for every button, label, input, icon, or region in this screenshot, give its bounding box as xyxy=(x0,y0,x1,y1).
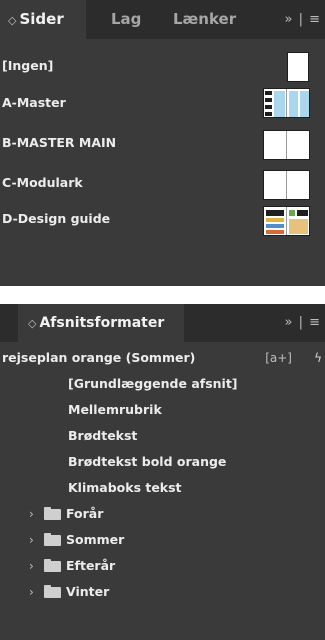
tab-lag[interactable]: Lag xyxy=(111,0,151,39)
tab-label: Sider xyxy=(19,10,64,28)
style-group-efteraar[interactable]: › Efterår xyxy=(0,553,325,579)
chevron-right-icon[interactable]: › xyxy=(29,501,34,527)
current-style-label: rejseplan orange (Sommer) xyxy=(2,350,196,365)
paragraph-styles-panel: ◇ Afsnitsformater » | ≡ rejseplan orange … xyxy=(0,304,325,640)
pages-panel: ◇ Sider Lag Lænker » | ≡ [Ingen] A-Master xyxy=(0,0,325,286)
master-item-none[interactable]: [Ingen] xyxy=(0,50,325,88)
current-style-row: rejseplan orange (Sommer) [a+] ϟ xyxy=(0,345,325,371)
tab-sider[interactable]: ◇ Sider xyxy=(0,0,86,39)
tab-label: Lag xyxy=(111,10,142,28)
chevron-right-icon[interactable]: › xyxy=(29,553,34,579)
spread-thumbnail[interactable] xyxy=(263,206,310,236)
style-label: Klimaboks tekst xyxy=(68,480,182,495)
panel-menu: » | ≡ xyxy=(284,304,321,342)
style-item[interactable]: Klimaboks tekst xyxy=(0,475,325,501)
pages-panel-tabbar: ◇ Sider Lag Lænker » | ≡ xyxy=(0,0,325,39)
paragraph-panel-tabbar: ◇ Afsnitsformater » | ≡ xyxy=(0,304,325,342)
style-item[interactable]: Brødtekst xyxy=(0,423,325,449)
tab-afsnitsformater[interactable]: ◇ Afsnitsformater xyxy=(18,304,184,342)
master-label: A-Master xyxy=(2,95,66,110)
style-label: Brødtekst bold orange xyxy=(68,454,227,469)
master-item-a[interactable]: A-Master xyxy=(0,87,325,125)
folder-icon xyxy=(44,533,61,546)
collapse-icon[interactable]: ◇ xyxy=(28,317,36,330)
collapse-icon[interactable]: ◇ xyxy=(8,14,16,27)
panel-menu-icon[interactable]: | ≡ xyxy=(299,12,321,27)
panel-menu-icon[interactable]: | ≡ xyxy=(299,315,321,330)
folder-label: Forår xyxy=(66,506,104,521)
style-label: [Grundlæggende afsnit] xyxy=(68,376,238,391)
style-item[interactable]: Mellemrubrik xyxy=(0,397,325,423)
master-item-b[interactable]: B-MASTER MAIN xyxy=(0,127,325,165)
master-item-d[interactable]: D-Design guide xyxy=(0,203,325,241)
overflow-icon[interactable]: » xyxy=(284,12,293,27)
folder-icon xyxy=(44,559,61,572)
master-label: D-Design guide xyxy=(2,211,111,226)
folder-label: Vinter xyxy=(66,584,110,599)
spread-thumbnail[interactable] xyxy=(263,130,310,160)
clear-overrides-icon[interactable]: ϟ xyxy=(314,345,322,371)
style-item[interactable]: Brødtekst bold orange xyxy=(0,449,325,475)
style-item[interactable]: [Grundlæggende afsnit] xyxy=(0,371,325,397)
spread-thumbnail[interactable] xyxy=(263,170,310,200)
master-item-c[interactable]: C-Modulark xyxy=(0,167,325,205)
master-label: C-Modulark xyxy=(2,175,83,190)
chevron-right-icon[interactable]: › xyxy=(29,579,34,605)
folder-icon xyxy=(44,585,61,598)
folder-icon xyxy=(44,507,61,520)
style-group-fora[interactable]: › Forår xyxy=(0,501,325,527)
panel-menu: » | ≡ xyxy=(284,0,321,39)
master-label: [Ingen] xyxy=(2,58,54,73)
folder-label: Efterår xyxy=(66,558,116,573)
style-group-sommer[interactable]: › Sommer xyxy=(0,527,325,553)
chevron-right-icon[interactable]: › xyxy=(29,527,34,553)
folder-label: Sommer xyxy=(66,532,125,547)
tab-label: Afsnitsformater xyxy=(39,315,165,331)
style-label: Mellemrubrik xyxy=(68,402,162,417)
tab-label: Lænker xyxy=(173,10,237,28)
master-label: B-MASTER MAIN xyxy=(2,135,117,150)
overflow-icon[interactable]: » xyxy=(284,315,293,330)
tab-laenker[interactable]: Lænker xyxy=(173,0,243,39)
spread-thumbnail[interactable] xyxy=(263,88,310,118)
new-style-icon[interactable]: [a+] xyxy=(265,345,292,371)
style-group-vinter[interactable]: › Vinter xyxy=(0,579,325,605)
style-label: Brødtekst xyxy=(68,428,138,443)
page-thumbnail[interactable] xyxy=(287,52,309,82)
